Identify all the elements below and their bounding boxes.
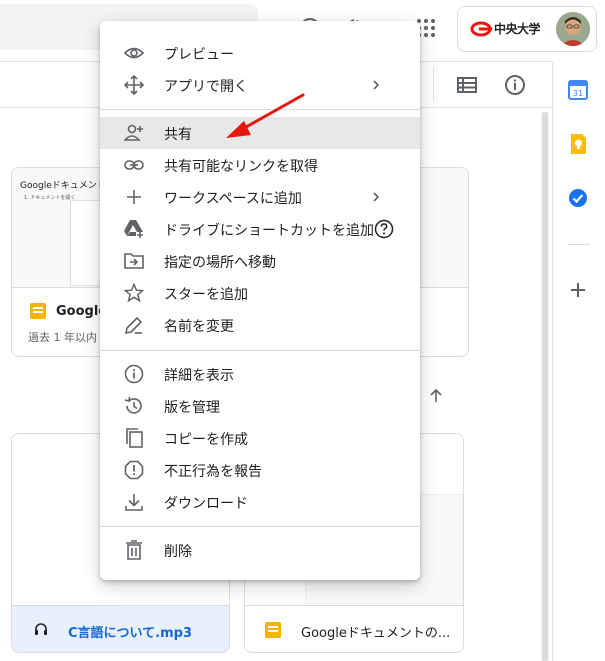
person-add-icon: [124, 124, 143, 141]
tasks-icon[interactable]: [566, 186, 590, 210]
menu-item-move-to[interactable]: 指定の場所へ移動: [100, 245, 420, 277]
menu-item-add-star[interactable]: スターを追加: [100, 277, 420, 309]
account-chip[interactable]: 中央大学: [457, 6, 597, 52]
history-icon: [124, 396, 142, 414]
file-name: Googleドキュメントの...: [301, 626, 451, 641]
file-meta: 過去 1 年以内: [28, 331, 97, 344]
side-panel-divider: [552, 62, 553, 661]
menu-item-view-details[interactable]: 詳細を表示: [100, 358, 420, 390]
trash-icon: [126, 540, 142, 560]
menu-item-label: 指定の場所へ移動: [164, 255, 276, 271]
google-docs-icon: [265, 622, 281, 638]
info-icon[interactable]: [504, 74, 526, 96]
chevron-right-icon: [373, 192, 380, 202]
menu-divider: [100, 350, 420, 351]
chevron-right-icon: [373, 80, 380, 90]
menu-item-share[interactable]: 共有: [100, 117, 420, 149]
add-addon-icon[interactable]: [566, 278, 590, 302]
menu-item-rename[interactable]: 名前を変更: [100, 309, 420, 341]
link-icon: [124, 160, 144, 170]
help-icon[interactable]: [374, 219, 394, 239]
menu-item-download[interactable]: ダウンロード: [100, 486, 420, 518]
menu-item-preview[interactable]: プレビュー: [100, 37, 420, 69]
menu-item-label: ダウンロード: [164, 496, 248, 512]
sort-arrow-up-icon[interactable]: [428, 388, 444, 404]
menu-item-label: 不正行為を報告: [164, 464, 262, 480]
menu-item-make-copy[interactable]: コピーを作成: [100, 422, 420, 454]
list-view-icon[interactable]: [456, 74, 478, 96]
copy-icon: [126, 428, 143, 448]
menu-item-report-abuse[interactable]: 不正行為を報告: [100, 454, 420, 486]
drive-shortcut-icon: [124, 220, 143, 238]
menu-item-label: 詳細を表示: [164, 368, 234, 384]
menu-item-add-shortcut[interactable]: ドライブにショートカットを追加: [100, 213, 420, 245]
report-icon: [124, 460, 144, 480]
menu-item-label: 名前を変更: [164, 319, 234, 335]
avatar[interactable]: [556, 12, 590, 46]
move-to-folder-icon: [124, 253, 144, 269]
menu-item-label: 共有可能なリンクを取得: [164, 159, 318, 175]
scrollbar-thumb[interactable]: [542, 112, 548, 661]
menu-item-label: ドライブにショートカットを追加: [164, 223, 374, 239]
menu-item-label: スターを追加: [164, 287, 248, 303]
keep-icon[interactable]: [566, 132, 590, 156]
calendar-icon[interactable]: 31: [566, 78, 590, 102]
context-menu: プレビュー アプリで開く 共有 共有可能なリンクを取得 ワークスペースに追加 ド…: [100, 21, 420, 580]
menu-item-label: ワークスペースに追加: [164, 191, 302, 207]
star-icon: [124, 283, 144, 303]
plus-icon: [127, 190, 141, 204]
university-logo-text: 中央大学: [494, 22, 541, 36]
menu-item-label: 版を管理: [164, 400, 220, 416]
pencil-icon: [124, 316, 143, 335]
headphones-icon: [35, 623, 47, 635]
menu-item-label: 削除: [164, 544, 192, 560]
menu-item-open-with[interactable]: アプリで開く: [100, 69, 420, 101]
eye-icon: [124, 47, 144, 59]
download-icon: [125, 494, 143, 511]
menu-item-label: コピーを作成: [164, 432, 248, 448]
svg-text:31: 31: [573, 89, 583, 98]
toolbar-separator: [433, 68, 434, 100]
menu-divider: [100, 526, 420, 527]
thumbnail-subtitle: 1. ドキュメントを開く: [24, 195, 76, 201]
menu-divider: [100, 109, 420, 110]
menu-item-label: アプリで開く: [164, 79, 248, 95]
menu-item-get-link[interactable]: 共有可能なリンクを取得: [100, 149, 420, 181]
google-docs-icon: [30, 303, 46, 319]
menu-item-label: プレビュー: [164, 47, 234, 63]
university-logo-icon: [470, 21, 492, 37]
side-panel-separator: [568, 244, 590, 245]
menu-item-label: 共有: [164, 127, 192, 143]
info-icon: [124, 364, 144, 384]
menu-item-remove[interactable]: 削除: [100, 534, 420, 566]
move-arrows-icon: [124, 75, 144, 95]
menu-item-add-to-workspace[interactable]: ワークスペースに追加: [100, 181, 420, 213]
menu-item-manage-versions[interactable]: 版を管理: [100, 390, 420, 422]
file-name: C言語について.mp3: [68, 626, 192, 641]
